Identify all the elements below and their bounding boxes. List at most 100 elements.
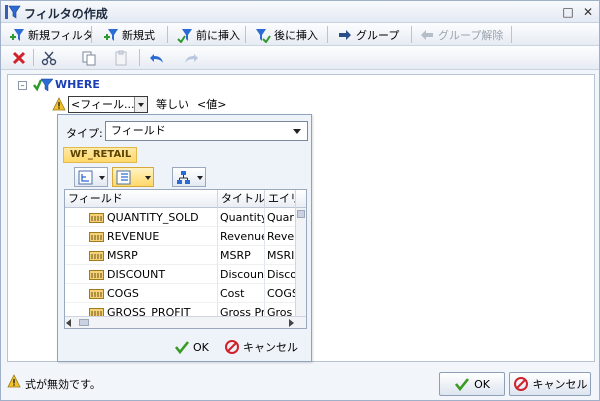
maximize-button[interactable]: □ bbox=[561, 5, 575, 19]
insert-before-icon bbox=[177, 28, 192, 43]
close-button[interactable]: ✕ bbox=[581, 5, 595, 19]
ungroup-button[interactable]: グループ解除 bbox=[419, 25, 503, 44]
where-filter-icon bbox=[33, 78, 54, 92]
panel-ok-button[interactable]: OK bbox=[174, 337, 209, 357]
horizontal-scrollbar[interactable] bbox=[65, 316, 306, 328]
field-name-cell: MSRP bbox=[65, 246, 218, 265]
toolbar-divider bbox=[245, 26, 246, 43]
new-expression-button[interactable]: 新規式 bbox=[103, 25, 155, 44]
hierarchy-icon bbox=[177, 171, 190, 184]
insert-before-button[interactable]: 前に挿入 bbox=[177, 25, 240, 44]
chevron-down-icon bbox=[145, 176, 151, 183]
data-source-tab[interactable]: WF_RETAIL bbox=[63, 147, 137, 163]
new-filter-button[interactable]: 新規フィルタ bbox=[9, 25, 94, 44]
chevron-down-icon[interactable] bbox=[291, 124, 305, 138]
scroll-right-icon[interactable] bbox=[289, 319, 294, 327]
table-row[interactable]: QUANTITY_SOLDQuantity,Quar bbox=[65, 208, 296, 227]
chevron-down-icon bbox=[197, 176, 203, 183]
panel-cancel-button[interactable]: キャンセル bbox=[224, 337, 298, 357]
where-node-label[interactable]: WHERE bbox=[55, 78, 100, 91]
vertical-scrollbar[interactable] bbox=[295, 208, 306, 316]
view-toolbar bbox=[64, 167, 307, 187]
new-expression-icon bbox=[104, 28, 118, 41]
insert-after-icon bbox=[256, 28, 271, 43]
insert-after-button[interactable]: 後に挿入 bbox=[255, 25, 318, 44]
horizontal-scroll-thumb[interactable] bbox=[79, 319, 89, 326]
group-label: グループ bbox=[356, 28, 400, 42]
status-message: 式が無効です。 bbox=[25, 378, 101, 391]
undo-button[interactable] bbox=[149, 48, 165, 67]
field-title-cell: Quantity, bbox=[218, 208, 265, 227]
redo-button[interactable] bbox=[183, 48, 199, 67]
table-row[interactable]: DISCOUNT Discount Disco bbox=[65, 265, 296, 284]
tree-collapse-toggle[interactable]: – bbox=[18, 81, 27, 90]
field-name-cell: COGS bbox=[65, 284, 218, 303]
column-header-title[interactable]: タイトル bbox=[218, 190, 265, 208]
grid-header: フィールド タイトル エイリ bbox=[65, 190, 306, 208]
hierarchy-view-button[interactable] bbox=[172, 167, 206, 187]
chevron-down-icon[interactable] bbox=[134, 96, 147, 112]
field-title-cell: Cost bbox=[218, 284, 265, 303]
new-filter-icon bbox=[10, 28, 24, 41]
delete-button[interactable] bbox=[11, 48, 27, 67]
window-title: フィルタの作成 bbox=[24, 7, 108, 21]
list-view-button[interactable] bbox=[112, 167, 154, 187]
cancel-circle-icon bbox=[513, 377, 528, 391]
filter-dialog: フィルタの作成 □ ✕ 新規フィルタ 新規式 前に挿入 後に挿入 グループ グル… bbox=[0, 0, 600, 401]
paste-button[interactable] bbox=[113, 48, 129, 67]
tree-view-button[interactable] bbox=[74, 167, 108, 187]
panel-cancel-label: キャンセル bbox=[243, 341, 298, 354]
toolbar-divider bbox=[327, 26, 328, 43]
field-name-cell: QUANTITY_SOLD bbox=[65, 208, 218, 227]
condition-field-value: <フィール... bbox=[71, 97, 135, 111]
edit-toolbar bbox=[1, 46, 599, 70]
filter-condition-row: <フィール... 等しい <値> bbox=[52, 95, 226, 113]
delete-x-icon bbox=[12, 51, 26, 64]
table-row[interactable]: REVENUE Revenue Reve bbox=[65, 227, 296, 246]
redo-icon bbox=[185, 53, 198, 63]
cut-button[interactable] bbox=[41, 48, 57, 67]
field-alias-cell: COGS bbox=[265, 284, 296, 303]
ok-button[interactable]: OK bbox=[439, 372, 505, 396]
ungroup-arrow-icon bbox=[421, 29, 433, 40]
table-row[interactable]: MSRP MSRP MSRI bbox=[65, 246, 296, 265]
cancel-circle-icon bbox=[225, 340, 239, 354]
tree-view-icon bbox=[78, 170, 93, 185]
field-name-cell: REVENUE bbox=[65, 227, 218, 246]
toolbar-divider bbox=[139, 49, 140, 66]
cancel-label: キャンセル bbox=[532, 378, 588, 391]
type-label: タイプ: bbox=[66, 127, 103, 140]
new-filter-label: 新規フィルタ bbox=[28, 28, 94, 42]
scroll-left-icon[interactable] bbox=[66, 319, 71, 327]
type-dropdown[interactable]: フィールド bbox=[105, 121, 308, 141]
filter-funnel-icon bbox=[5, 5, 21, 19]
copy-button[interactable] bbox=[81, 48, 97, 67]
condition-value[interactable]: <値> bbox=[197, 96, 226, 112]
column-header-field[interactable]: フィールド bbox=[65, 190, 218, 208]
type-dropdown-value: フィールド bbox=[111, 124, 166, 137]
cancel-button[interactable]: キャンセル bbox=[509, 372, 591, 396]
field-list-grid: フィールド タイトル エイリ QUANTITY_SOLDQuantity,Qua… bbox=[64, 189, 307, 329]
checkmark-icon bbox=[455, 378, 470, 392]
new-expression-label: 新規式 bbox=[122, 28, 155, 42]
field-alias-cell: MSRI bbox=[265, 246, 296, 265]
condition-operator[interactable]: 等しい bbox=[156, 96, 189, 112]
condition-field-dropdown[interactable]: <フィール... bbox=[68, 95, 148, 113]
group-button[interactable]: グループ bbox=[337, 25, 399, 44]
toolbar-divider bbox=[91, 26, 92, 43]
vertical-scroll-thumb[interactable] bbox=[297, 210, 305, 218]
undo-icon bbox=[150, 53, 163, 63]
warning-icon bbox=[52, 97, 66, 111]
toolbar-divider bbox=[167, 26, 168, 43]
column-header-alias[interactable]: エイリ bbox=[265, 190, 296, 208]
field-alias-cell: Quar bbox=[265, 208, 296, 227]
paste-icon bbox=[115, 50, 127, 65]
insert-after-label: 後に挿入 bbox=[274, 28, 318, 42]
list-view-icon bbox=[116, 170, 131, 185]
title-bar: フィルタの作成 □ ✕ bbox=[1, 1, 599, 23]
checkmark-icon bbox=[174, 341, 190, 355]
toolbar-divider bbox=[511, 26, 512, 43]
table-row[interactable]: COGS Cost COGS bbox=[65, 284, 296, 303]
field-picker-panel: タイプ: フィールド WF_RETAIL フィールド タイトル エイ QUANT… bbox=[57, 114, 312, 362]
field-name-cell: DISCOUNT bbox=[65, 265, 218, 284]
